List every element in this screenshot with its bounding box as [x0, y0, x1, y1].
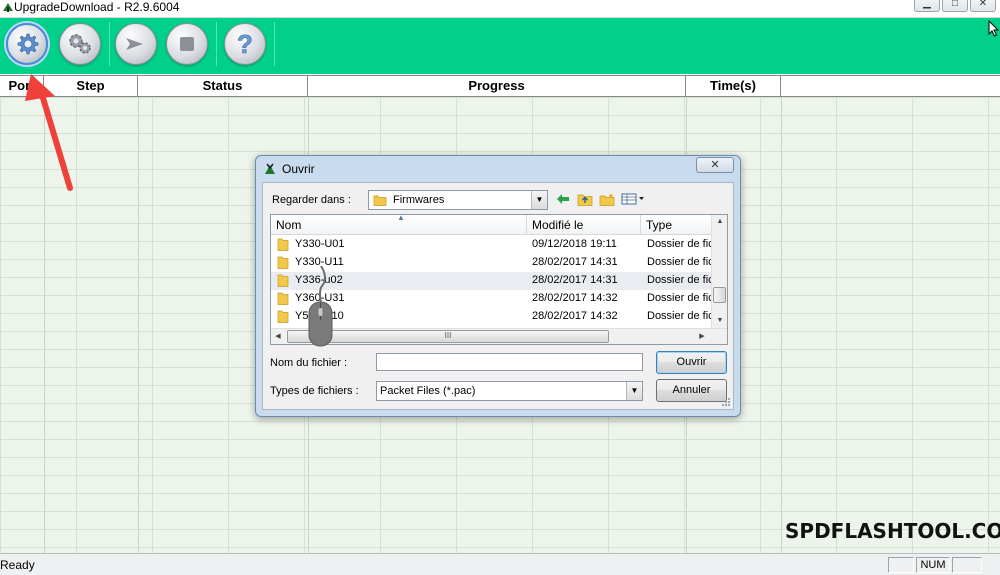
status-panel — [952, 557, 982, 573]
file-type: Dossier de fic — [647, 274, 713, 286]
vertical-scrollbar[interactable]: ▲ ▼ — [711, 215, 727, 328]
mouse-icon — [308, 266, 333, 347]
status-bar: Ready NUM — [0, 553, 1000, 575]
col-time[interactable]: Time(s) — [686, 76, 781, 96]
help-icon: ? — [237, 30, 253, 58]
filetype-dropdown[interactable]: Packet Files (*.pac) ▼ — [376, 381, 643, 401]
stop-icon — [180, 37, 194, 51]
maximize-button[interactable]: □ — [942, 0, 968, 12]
scroll-thumb[interactable] — [713, 287, 726, 303]
chevron-down-icon[interactable]: ▼ — [531, 191, 547, 209]
folder-icon — [277, 238, 289, 251]
folder-icon — [373, 195, 387, 206]
open-button[interactable]: Ouvrir — [656, 351, 727, 374]
toolbar-separator — [109, 22, 110, 66]
gears-icon — [69, 34, 91, 54]
file-modified: 28/02/2017 14:32 — [532, 310, 618, 322]
scroll-right-icon[interactable]: ▶ — [695, 329, 709, 344]
cursor-icon — [988, 20, 1000, 37]
folder-icon — [277, 256, 289, 269]
file-modified: 28/02/2017 14:31 — [532, 256, 618, 268]
dialog-title: Ouvrir — [282, 162, 315, 176]
help-button[interactable]: ? — [224, 23, 266, 65]
start-button[interactable] — [115, 23, 157, 65]
grid-line — [138, 97, 139, 553]
toolbar-separator — [216, 22, 217, 66]
filename-label: Nom du fichier : — [270, 357, 348, 369]
gear-icon — [17, 33, 39, 55]
col-progress[interactable]: Progress — [308, 76, 686, 96]
app-icon — [3, 3, 13, 12]
resize-grip-icon[interactable] — [721, 397, 731, 407]
filetype-value: Packet Files (*.pac) — [380, 385, 476, 397]
window-title: UpgradeDownload - R2.9.6004 — [14, 0, 180, 14]
scroll-left-icon[interactable]: ◀ — [271, 329, 285, 344]
col-status[interactable]: Status — [138, 76, 308, 96]
sort-asc-icon: ▲ — [397, 214, 405, 222]
scroll-thumb[interactable]: III — [287, 330, 609, 343]
file-type: Dossier de fic — [647, 310, 713, 322]
status-text: Ready — [0, 558, 35, 572]
file-list-item[interactable]: Y336-u02 28/02/2017 14:31 Dossier de fic — [271, 272, 713, 290]
folder-icon — [277, 292, 289, 305]
file-list-item[interactable]: Y330-U11 28/02/2017 14:31 Dossier de fic — [271, 254, 713, 272]
file-modified: 09/12/2018 19:11 — [532, 238, 617, 250]
col-type[interactable]: Type — [641, 215, 713, 235]
load-packet-button[interactable] — [6, 23, 48, 65]
cancel-button[interactable]: Annuler — [656, 379, 727, 402]
file-list[interactable]: Nom ▲ Modifié le Type Y330-U01 09/12/201… — [270, 214, 728, 345]
new-folder-icon[interactable] — [599, 191, 615, 207]
col-modified[interactable]: Modifié le — [527, 215, 641, 235]
col-port[interactable]: Port — [0, 76, 44, 96]
filetype-label: Types de fichiers : — [270, 385, 359, 397]
filename-input[interactable] — [376, 353, 643, 371]
stop-button[interactable] — [166, 23, 208, 65]
look-in-label: Regarder dans : — [272, 194, 351, 206]
file-type: Dossier de fic — [647, 256, 713, 268]
view-menu-icon[interactable] — [621, 191, 645, 207]
file-modified: 28/02/2017 14:32 — [532, 292, 618, 304]
watermark: SPDFLASHTOOL.COM — [785, 519, 1000, 543]
scroll-up-icon[interactable]: ▲ — [712, 215, 727, 229]
file-list-item[interactable]: Y330-U01 09/12/2018 19:11 Dossier de fic — [271, 236, 713, 254]
chevron-down-icon[interactable]: ▼ — [626, 382, 642, 400]
play-icon — [126, 38, 143, 50]
file-list-item[interactable]: Y360-U31 28/02/2017 14:32 Dossier de fic — [271, 290, 713, 308]
back-icon[interactable] — [555, 191, 571, 207]
minimize-button[interactable]: ▁ — [914, 0, 940, 12]
folder-icon — [277, 310, 289, 323]
grid-line — [781, 97, 782, 553]
scroll-down-icon[interactable]: ▼ — [712, 314, 727, 328]
file-type: Dossier de fic — [647, 292, 713, 304]
file-list-header: Nom ▲ Modifié le Type — [271, 215, 713, 235]
file-type: Dossier de fic — [647, 238, 713, 250]
toolbar-separator — [274, 22, 275, 66]
title-bar: UpgradeDownload - R2.9.6004 ▁ □ ✕ — [0, 0, 1000, 18]
file-name: Y330-U01 — [295, 238, 345, 250]
col-step[interactable]: Step — [44, 76, 138, 96]
toolbar: ? — [0, 18, 1000, 74]
up-folder-icon[interactable] — [577, 191, 593, 207]
look-in-dropdown[interactable]: Firmwares ▼ — [368, 190, 548, 210]
dialog-nav-icons — [555, 191, 645, 207]
svg-text:?: ? — [237, 30, 253, 58]
file-list-item[interactable]: Y511-U10 28/02/2017 14:32 Dossier de fic — [271, 308, 713, 326]
dialog-app-icon — [265, 163, 275, 174]
window-controls: ▁ □ ✕ — [914, 0, 996, 12]
settings-button[interactable] — [59, 23, 101, 65]
horizontal-scrollbar[interactable]: ◀ III ▶ — [271, 328, 727, 344]
num-lock-indicator: NUM — [916, 557, 950, 573]
dialog-close-button[interactable]: ✕ — [696, 157, 734, 173]
port-grid-header: Port Step Status Progress Time(s) — [0, 75, 1000, 97]
close-button[interactable]: ✕ — [970, 0, 996, 12]
look-in-value: Firmwares — [393, 194, 445, 206]
file-modified: 28/02/2017 14:31 — [532, 274, 618, 286]
folder-icon — [277, 274, 289, 287]
status-panel — [888, 557, 914, 573]
grid-line — [44, 97, 45, 553]
